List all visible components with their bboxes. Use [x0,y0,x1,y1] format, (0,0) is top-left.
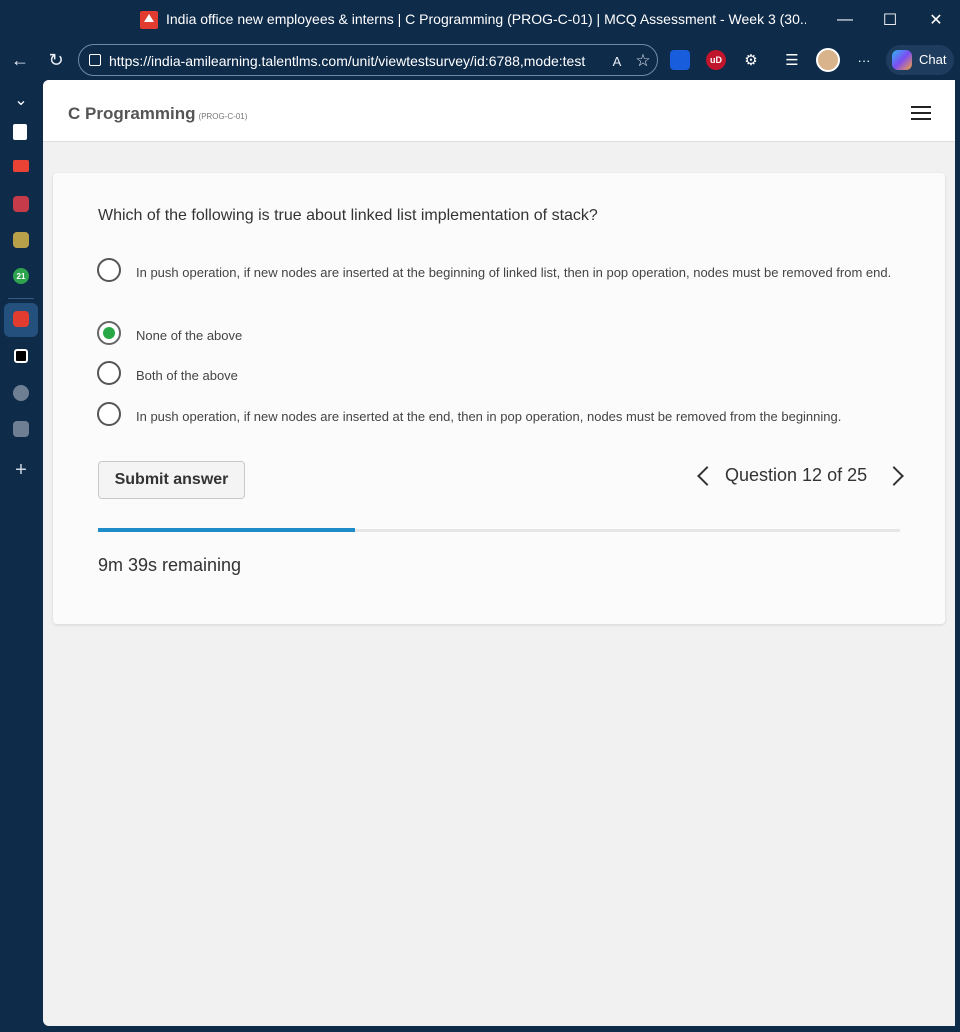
close-window-button[interactable]: ✕ [913,0,959,40]
tab-document-icon[interactable] [13,124,27,140]
page-viewport: C Programming (PROG-C-01) Which of the fo… [43,80,955,1026]
copilot-chat-button[interactable]: Chat [886,45,954,75]
profile-avatar[interactable] [816,48,840,72]
tab-grey-icon[interactable] [13,421,29,437]
copilot-icon [892,50,912,70]
tab-separator [8,298,34,299]
option-text[interactable]: Both of the above [136,364,896,388]
option-radio[interactable] [97,361,121,385]
minimize-button[interactable]: — [822,0,868,40]
course-name: C Programming [68,104,196,123]
next-question-icon[interactable] [887,461,907,491]
back-button[interactable]: ← [6,46,34,74]
new-tab-icon[interactable]: + [9,458,33,482]
option-text[interactable]: In push operation, if new nodes are inse… [136,261,896,285]
favorite-star-icon[interactable]: ☆ [633,51,653,71]
talentlms-app-icon [140,11,158,29]
option-radio-selected[interactable] [97,321,121,345]
more-options-icon[interactable]: ··· [854,50,874,70]
chat-label: Chat [919,52,947,67]
option-radio[interactable] [97,258,121,282]
question-text: Which of the following is true about lin… [98,207,598,224]
option-text[interactable]: None of the above [136,324,896,348]
vertical-tabs-sidebar: ⌄ 21 + [0,80,42,1032]
extensions-icon[interactable]: ⚙ [741,50,761,70]
tab-yellow-icon[interactable] [13,232,29,248]
collapse-tabs-icon[interactable]: ⌄ [9,88,33,112]
maximize-button[interactable]: ☐ [867,0,913,40]
tab-wifi-icon[interactable] [13,385,29,401]
progress-bar [98,528,900,532]
window-title: India office new employees & interns | C… [166,11,806,27]
question-navigator: Question 12 of 25 [693,461,903,491]
refresh-button[interactable]: ↻ [42,46,70,74]
submit-answer-button[interactable]: Submit answer [98,461,245,499]
course-code: (PROG-C-01) [198,112,248,121]
course-header: C Programming (PROG-C-01) [43,80,955,142]
window-title-bar: India office new employees & interns | C… [0,0,960,40]
question-card: Which of the following is true about lin… [53,173,945,624]
question-counter: Question 12 of 25 [725,465,868,485]
tab-black-app-icon[interactable] [14,349,28,363]
progress-bar-fill [98,528,355,532]
read-aloud-icon[interactable]: A [607,51,627,71]
browser-toolbar: ← ↻ https://india-amilearning.talentlms.… [0,40,960,80]
lock-icon[interactable] [89,54,101,66]
tab-stack-icon[interactable] [13,196,29,212]
tab-calendar-badge[interactable]: 21 [13,268,29,284]
ublock-extension-icon[interactable]: uD [706,50,726,70]
tab-talentlms-icon[interactable] [13,311,29,327]
favorites-icon[interactable]: ☰ [782,50,802,70]
option-radio[interactable] [97,402,121,426]
hamburger-menu-icon[interactable] [911,106,931,120]
option-text[interactable]: In push operation, if new nodes are inse… [136,405,916,429]
course-title: C Programming (PROG-C-01) [68,104,247,124]
url-text[interactable]: https://india-amilearning.talentlms.com/… [109,53,599,69]
address-bar[interactable]: https://india-amilearning.talentlms.com/… [78,44,658,76]
bitwarden-extension-icon[interactable] [670,50,690,70]
tab-gmail-icon[interactable] [13,160,29,172]
time-remaining: 9m 39s remaining [98,555,242,575]
previous-question-icon[interactable] [693,461,713,491]
